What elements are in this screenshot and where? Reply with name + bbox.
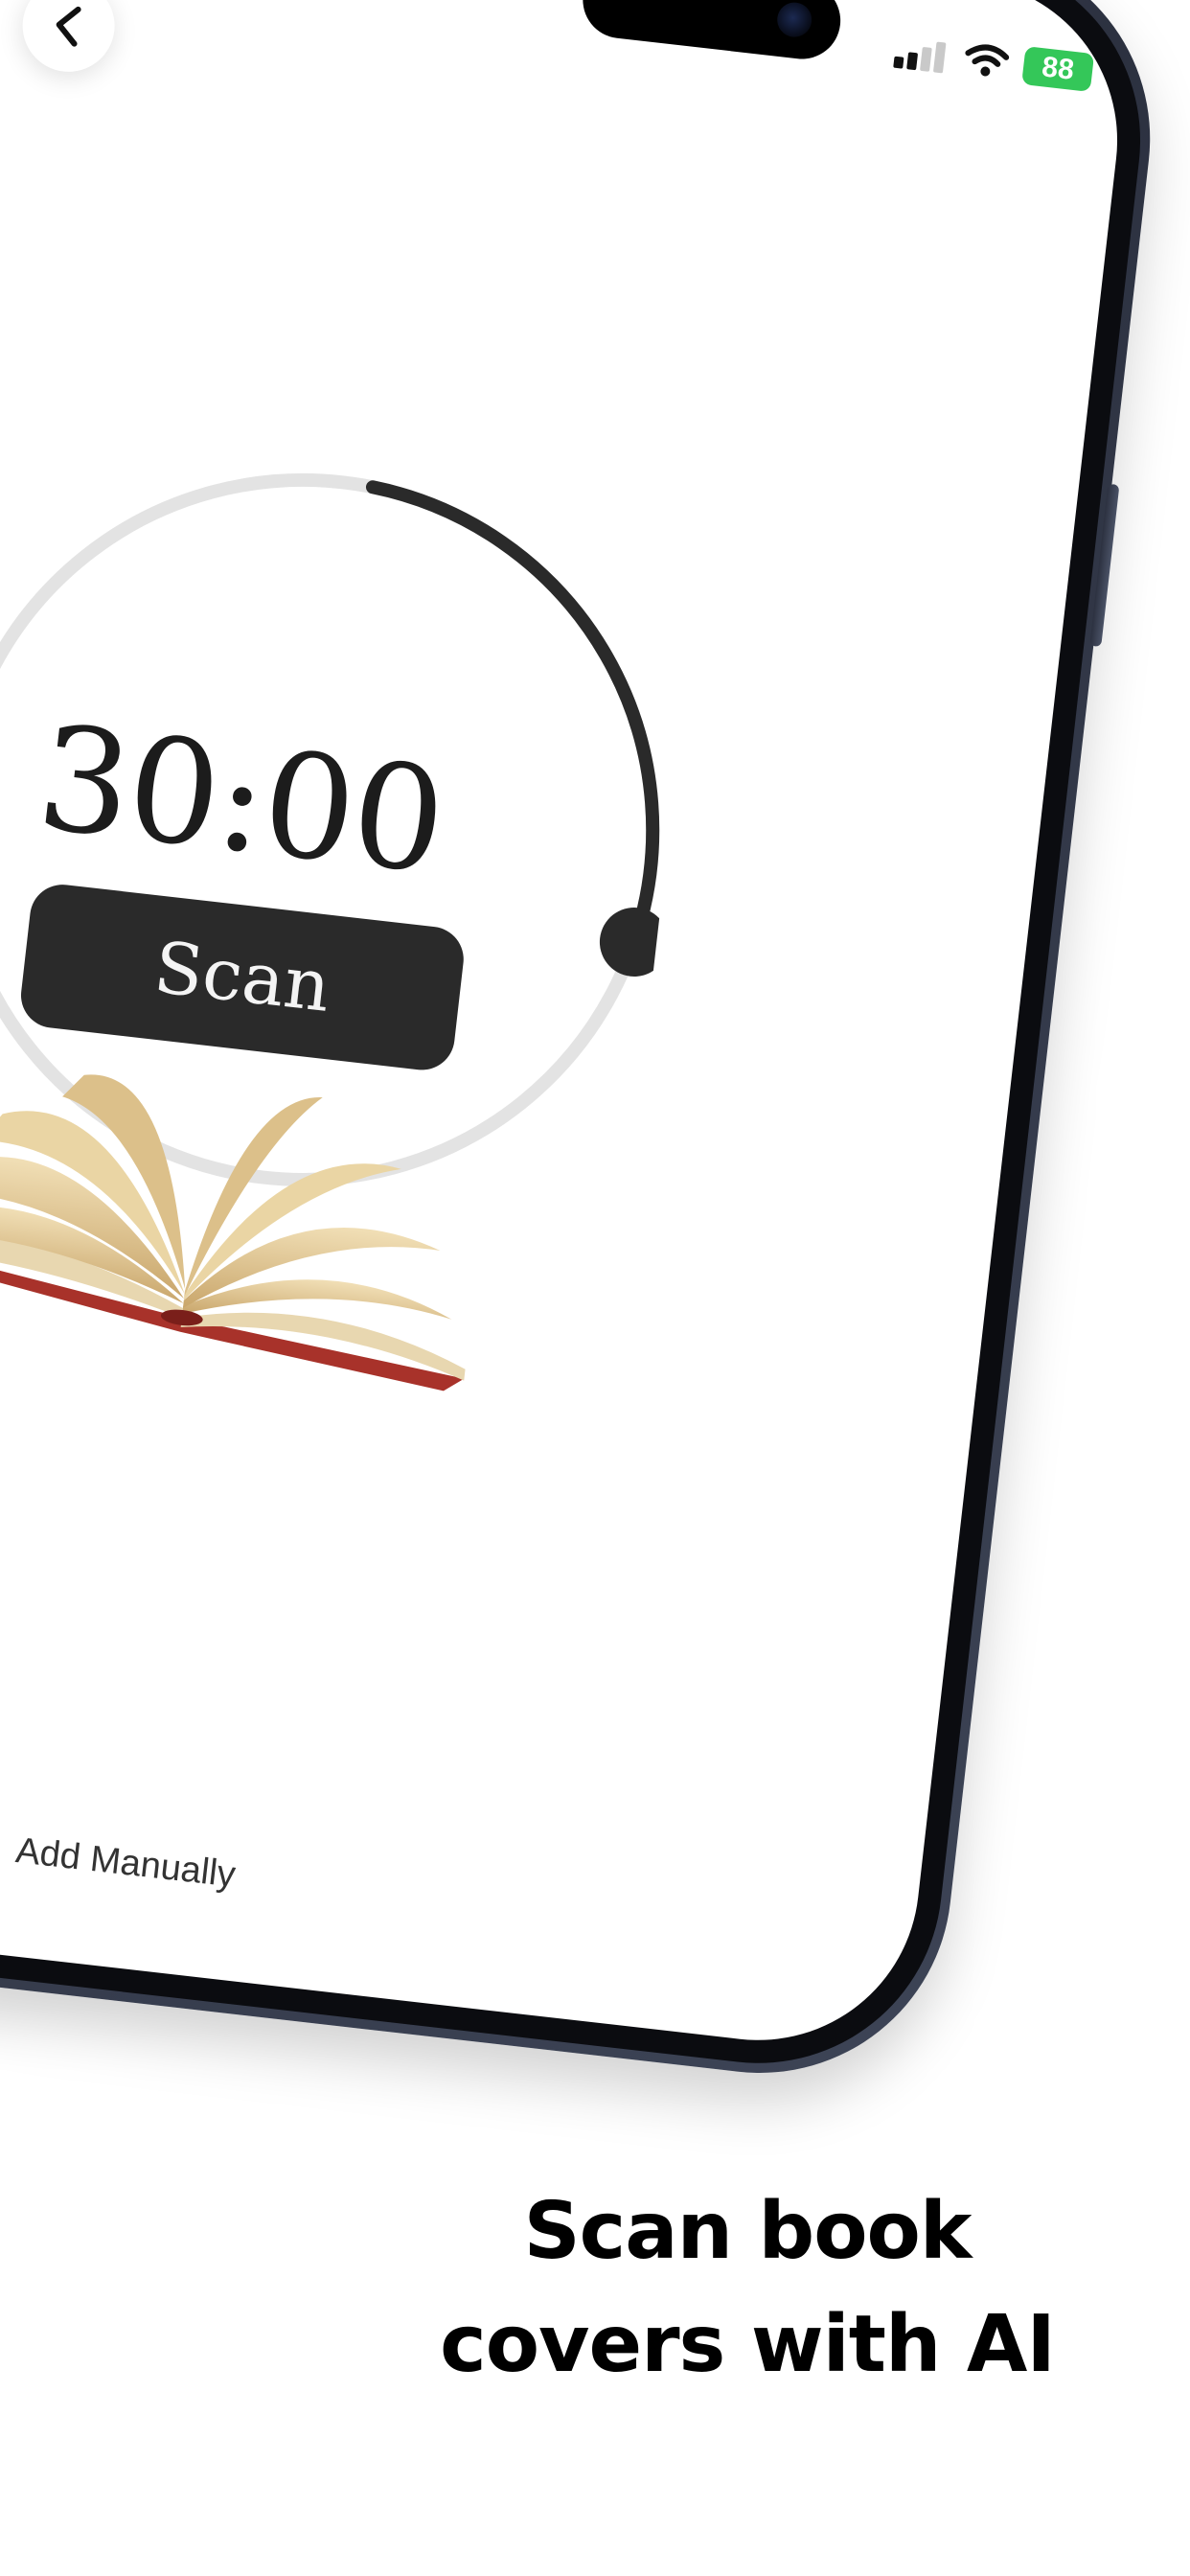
back-chevron-icon <box>56 6 81 47</box>
battery-level: 88 <box>1040 51 1076 86</box>
battery-icon: 88 <box>1021 46 1095 92</box>
headline-line-2: covers with AI <box>440 2299 1056 2390</box>
app-store-screenshot: 88 30:00 Scan Add Manually Scan book cov… <box>0 0 1190 2576</box>
front-camera-icon <box>775 0 814 39</box>
cellular-signal-icon <box>893 37 950 74</box>
phone-mockup: 88 30:00 Scan Add Manually <box>0 0 1171 2094</box>
open-book-icon <box>0 1074 466 1392</box>
marketing-headline: Scan book covers with AI <box>402 2175 1092 2402</box>
back-button[interactable] <box>17 0 120 77</box>
headline-line-1: Scan book <box>523 2186 973 2277</box>
book-outline-icon <box>0 1822 1 1869</box>
timer-knob[interactable] <box>596 904 673 980</box>
dynamic-island <box>579 0 845 63</box>
wifi-icon <box>965 44 1010 77</box>
add-manually-label: Add Manually <box>13 1830 238 1896</box>
